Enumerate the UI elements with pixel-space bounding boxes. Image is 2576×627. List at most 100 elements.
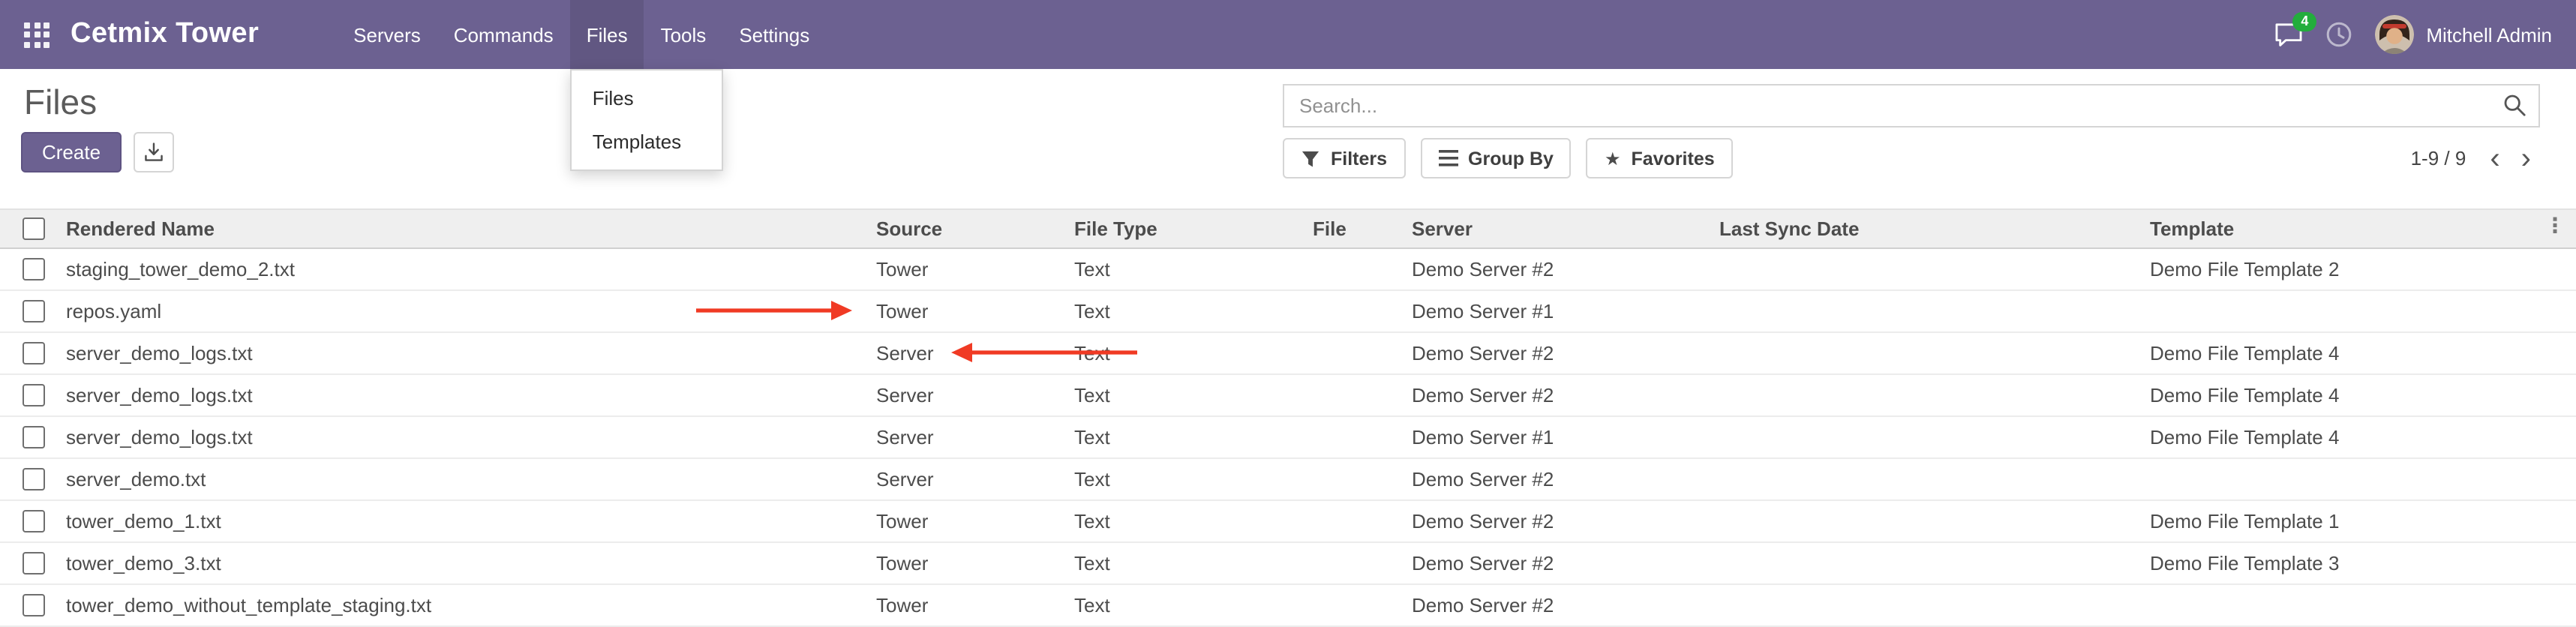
cell-rendered-name: server_demo_logs.txt xyxy=(60,374,870,416)
cell-rendered-name: tower_demo_1.txt xyxy=(60,500,870,542)
clock-icon xyxy=(2325,21,2352,48)
cell-rendered-name: tower_demo_3.txt xyxy=(60,542,870,584)
cell-template: Demo File Template 4 xyxy=(2144,332,2576,374)
column-header-file-type[interactable]: File Type xyxy=(1068,209,1307,248)
star-icon: ★ xyxy=(1605,149,1621,167)
cell-file xyxy=(1307,332,1406,374)
activities-button[interactable] xyxy=(2325,21,2352,48)
cell-server: Demo Server #2 xyxy=(1406,584,1713,626)
menu-item-files[interactable]: Files Files Templates xyxy=(570,0,644,69)
optional-columns-toggle[interactable]: ⋮ xyxy=(2544,214,2565,236)
column-header-file[interactable]: File xyxy=(1307,209,1406,248)
menu-item-servers[interactable]: Servers xyxy=(337,0,437,69)
table-row[interactable]: server_demo.txt Server Text Demo Server … xyxy=(0,458,2576,500)
row-checkbox[interactable] xyxy=(23,342,45,364)
user-name: Mitchell Admin xyxy=(2426,23,2552,46)
pager-previous-button[interactable]: ‹ xyxy=(2481,143,2508,173)
table-row[interactable]: repos.yaml Tower Text Demo Server #1 xyxy=(0,290,2576,332)
menu-item-tools[interactable]: Tools xyxy=(644,0,723,69)
cell-template xyxy=(2144,458,2576,500)
page-title: Files xyxy=(24,82,97,123)
search-options: Filters Group By ★ Favorites xyxy=(1283,138,1733,178)
menu-item-files-label: Files xyxy=(587,23,628,46)
main-menu: Servers Commands Files Files Templates T… xyxy=(337,0,826,69)
table-row[interactable]: server_demo_logs.txt Server Text Demo Se… xyxy=(0,332,2576,374)
table-body: staging_tower_demo_2.txt Tower Text Demo… xyxy=(0,248,2576,626)
cell-source: Tower xyxy=(870,290,1068,332)
export-button[interactable] xyxy=(134,132,174,172)
cell-file xyxy=(1307,584,1406,626)
cell-source: Server xyxy=(870,374,1068,416)
cell-rendered-name: server_demo.txt xyxy=(60,458,870,500)
table-row[interactable]: tower_demo_1.txt Tower Text Demo Server … xyxy=(0,500,2576,542)
dropdown-item-templates[interactable]: Templates xyxy=(572,120,722,164)
cell-rendered-name: tower_demo_without_template_staging.txt xyxy=(60,584,870,626)
table-row[interactable]: staging_tower_demo_2.txt Tower Text Demo… xyxy=(0,248,2576,290)
table-row[interactable]: server_demo_logs.txt Server Text Demo Se… xyxy=(0,416,2576,458)
group-by-button[interactable]: Group By xyxy=(1420,138,1572,178)
pager: 1-9 / 9 ‹ › xyxy=(2411,138,2540,178)
cell-file-type: Text xyxy=(1068,584,1307,626)
menu-item-settings[interactable]: Settings xyxy=(722,0,826,69)
row-checkbox[interactable] xyxy=(23,300,45,322)
cell-template xyxy=(2144,290,2576,332)
cell-file-type: Text xyxy=(1068,416,1307,458)
table-row[interactable]: tower_demo_without_template_staging.txt … xyxy=(0,584,2576,626)
app-window: Cetmix Tower Servers Commands Files File… xyxy=(0,0,2576,626)
row-checkbox[interactable] xyxy=(23,510,45,532)
column-header-server[interactable]: Server xyxy=(1406,209,1713,248)
search-icon[interactable] xyxy=(2502,93,2526,124)
group-by-icon xyxy=(1438,150,1458,166)
dropdown-item-files[interactable]: Files xyxy=(572,76,722,120)
user-menu[interactable]: Mitchell Admin xyxy=(2375,15,2552,54)
cell-source: Server xyxy=(870,416,1068,458)
cell-template: Demo File Template 1 xyxy=(2144,500,2576,542)
cell-file-type: Text xyxy=(1068,332,1307,374)
files-dropdown: Files Templates xyxy=(570,69,723,171)
row-checkbox[interactable] xyxy=(23,384,45,406)
row-checkbox[interactable] xyxy=(23,258,45,280)
favorites-label: Favorites xyxy=(1631,148,1714,169)
cell-source: Server xyxy=(870,458,1068,500)
menu-item-commands[interactable]: Commands xyxy=(437,0,570,69)
row-checkbox[interactable] xyxy=(23,594,45,616)
create-button[interactable]: Create xyxy=(21,132,122,172)
cell-template xyxy=(2144,584,2576,626)
files-list-table: Rendered Name Source File Type File Serv… xyxy=(0,208,2576,627)
cell-template: Demo File Template 4 xyxy=(2144,416,2576,458)
cell-last-sync-date xyxy=(1713,500,2144,542)
cell-server: Demo Server #2 xyxy=(1406,500,1713,542)
cell-file-type: Text xyxy=(1068,374,1307,416)
cell-last-sync-date xyxy=(1713,332,2144,374)
messages-button[interactable]: 4 xyxy=(2274,22,2303,47)
cell-last-sync-date xyxy=(1713,542,2144,584)
row-checkbox[interactable] xyxy=(23,468,45,490)
funnel-icon xyxy=(1301,149,1320,167)
column-header-last-sync-date[interactable]: Last Sync Date xyxy=(1713,209,2144,248)
cell-server: Demo Server #2 xyxy=(1406,458,1713,500)
select-all-checkbox[interactable] xyxy=(23,218,45,240)
cell-file xyxy=(1307,416,1406,458)
filters-button[interactable]: Filters xyxy=(1283,138,1405,178)
cell-last-sync-date xyxy=(1713,458,2144,500)
column-header-source[interactable]: Source xyxy=(870,209,1068,248)
table-row[interactable]: server_demo_logs.txt Server Text Demo Se… xyxy=(0,374,2576,416)
search-box xyxy=(1283,84,2540,128)
apps-menu-button[interactable] xyxy=(0,0,71,69)
column-header-template[interactable]: Template xyxy=(2144,209,2576,248)
column-header-rendered-name[interactable]: Rendered Name xyxy=(60,209,870,248)
cell-server: Demo Server #2 xyxy=(1406,374,1713,416)
navbar-right: 4 Mitchell Admin xyxy=(2274,0,2576,69)
app-title[interactable]: Cetmix Tower xyxy=(71,0,259,69)
row-checkbox[interactable] xyxy=(23,552,45,574)
favorites-button[interactable]: ★ Favorites xyxy=(1587,138,1733,178)
cell-file-type: Text xyxy=(1068,290,1307,332)
cell-source: Tower xyxy=(870,584,1068,626)
row-checkbox[interactable] xyxy=(23,426,45,448)
table-row[interactable]: tower_demo_3.txt Tower Text Demo Server … xyxy=(0,542,2576,584)
pager-range: 1-9 / 9 xyxy=(2411,147,2466,170)
cell-server: Demo Server #2 xyxy=(1406,332,1713,374)
search-input[interactable] xyxy=(1283,84,2540,128)
cell-server: Demo Server #1 xyxy=(1406,290,1713,332)
pager-next-button[interactable]: › xyxy=(2512,143,2540,173)
